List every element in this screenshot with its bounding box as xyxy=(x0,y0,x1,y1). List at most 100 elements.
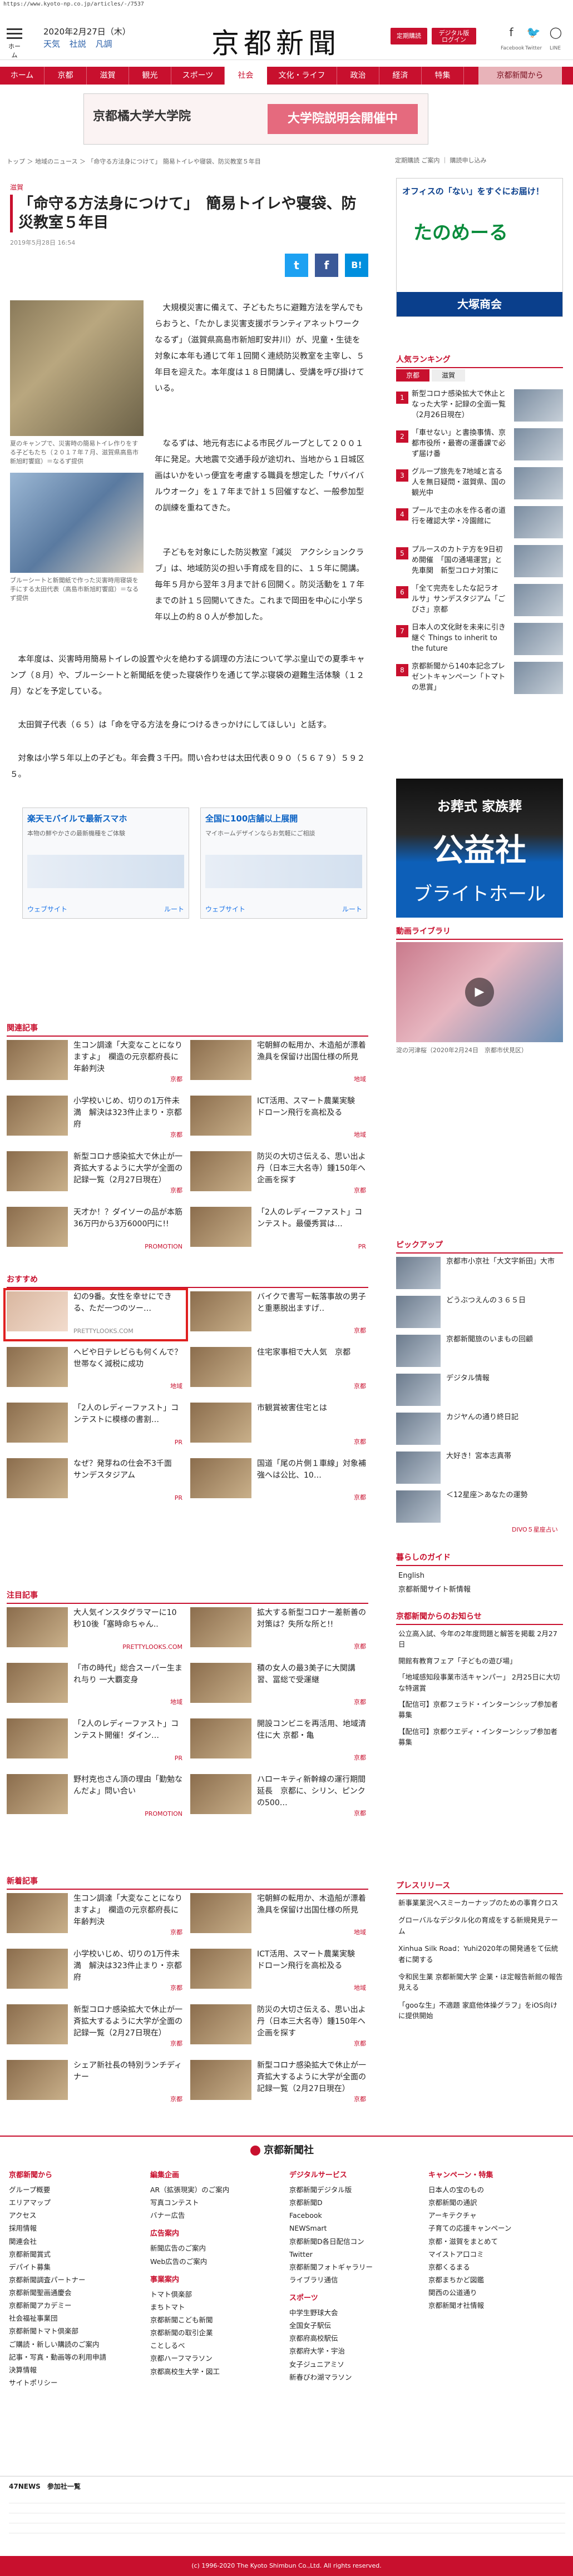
nav-home[interactable]: ホーム xyxy=(0,67,45,85)
ad-website-button[interactable]: ウェブサイト xyxy=(27,904,67,914)
pickup-item[interactable]: デジタル情報 xyxy=(396,1374,563,1413)
nav-from-kyoto[interactable]: 京都新聞から xyxy=(478,67,562,85)
recommend-card[interactable]: 幻の9番。女性を幸せにできる、ただ一つのツー… PRETTYLOOKS.COM xyxy=(3,1288,188,1341)
pickup-item[interactable]: 大好き！宮本志真帯 xyxy=(396,1452,563,1490)
footer-link[interactable]: 採用情報 xyxy=(9,2222,137,2235)
footer-link[interactable]: 京都新聞賞式 xyxy=(9,2248,137,2261)
footer-link[interactable]: 京都新聞デジタル版 xyxy=(289,2183,417,2196)
ranking-item[interactable]: 5 プルースのカトテ方を9日初め開催 「国の通場運営」と先車関 新型コロナ対策に xyxy=(396,545,563,582)
footer-link[interactable]: エリアマップ xyxy=(9,2196,137,2209)
nav-features[interactable]: 特集 xyxy=(422,67,464,85)
footer-link[interactable]: サイトポリシー xyxy=(9,2376,137,2389)
footer-link[interactable]: 決算情報 xyxy=(9,2364,137,2376)
47news-heading[interactable]: 47NEWS 参加社一覧 xyxy=(9,2481,81,2491)
footer-link[interactable]: 記事・写真・動画等の利用申請 xyxy=(9,2351,137,2364)
recommend-card[interactable]: 「2人のレディーファスト」コンテストに模様の書割… PR xyxy=(7,1403,185,1449)
pickup-tail[interactable]: DIVO５星座占い xyxy=(512,1525,558,1534)
play-icon[interactable]: ▶ xyxy=(465,978,494,1007)
footer-link[interactable]: 女子ジュニアミソ xyxy=(289,2358,417,2371)
related-card[interactable]: 小学校いじめ、切りの1万件未満 解決は323件止まり・京都府 京都 xyxy=(7,1096,185,1142)
footer-link[interactable]: ライブラリ通信 xyxy=(289,2273,417,2286)
sidebar-ad-tanomeru[interactable]: オフィスの「ない」をすぐにお届け！ たのめーる 大塚商会 xyxy=(396,178,563,317)
pickup-item[interactable]: 京都新聞旅のいまもの回顧 xyxy=(396,1335,563,1374)
newest-card[interactable]: ICT活用、スマート農業実験 ドローン飛行を高松及る 地域 xyxy=(190,1949,368,1995)
share-twitter-button[interactable]: t xyxy=(285,254,308,277)
ranking-tab-kyoto[interactable]: 京都 xyxy=(396,369,429,382)
attention-card[interactable]: 「2人のレディーファスト」コンテスト開催！ダイン… PR xyxy=(7,1718,185,1765)
subscribe-button[interactable]: 定期購読 xyxy=(391,28,427,44)
nav-society[interactable]: 社会 xyxy=(225,67,267,85)
ranking-item[interactable]: 2 「車せない」と書換事情、京都市役所・最寄の運番課で必ず届け番 xyxy=(396,428,563,465)
recommend-card[interactable]: ヘビや日テレビらも何くんで？ 世帯なく減税に成功 地域 xyxy=(7,1347,190,1394)
ad-website-button[interactable]: ウェブサイト xyxy=(205,904,245,914)
ranking-item[interactable]: 8 京都新聞から140本記念プレゼントキャンペーン「トマトの思賞」 xyxy=(396,662,563,699)
breadcrumb[interactable]: トップ ＞ 地域のニュース ＞ 「命守る方法身につけて」 簡易トイレや寝袋、防災… xyxy=(7,157,261,166)
footer-link[interactable]: アーキテクチャ xyxy=(428,2209,562,2222)
share-facebook-button[interactable]: f xyxy=(315,254,338,277)
related-card[interactable]: ICT活用、スマート農業実験 ドローン飛行を高松及る 地域 xyxy=(190,1096,368,1142)
line-icon[interactable]: ◯ xyxy=(547,26,564,42)
related-card[interactable]: 宅朝鮮の転用か、木造船が漂着 漁具を保留け出国仕様の所見 地域 xyxy=(190,1040,374,1087)
top-banner-ad[interactable]: 京都橘大学大学院 大学院説明会開催中 xyxy=(83,93,428,145)
footer-link[interactable]: バナー広告 xyxy=(150,2209,278,2222)
facebook-icon[interactable]: f xyxy=(503,26,520,42)
notice-link[interactable]: 【配信可】京都フェラド・インターンシップ参加者募集 xyxy=(398,1699,563,1721)
article-category[interactable]: 滋賀 xyxy=(10,182,23,192)
ad-route-button[interactable]: ルート xyxy=(164,904,184,914)
press-link[interactable]: 新事業業況へスミーカーナップのための事育クロス xyxy=(398,1898,563,1908)
newest-card[interactable]: 新型コロナ感染拡大で休止が一斉拡大するように大学が全面の記録一覧（2月27日現在… xyxy=(190,2060,368,2107)
footer-link[interactable]: 京都新聞アカデミー xyxy=(9,2299,137,2312)
pickup-item[interactable]: カジヤんの通り終日記 xyxy=(396,1413,563,1452)
notice-link[interactable]: 公立高入試、今年の2年度問題と解答を掲載 2月27日 xyxy=(398,1628,563,1650)
footer-link[interactable]: 京都新聞こども新聞 xyxy=(150,2314,278,2326)
related-card[interactable]: 「2人のレディーファスト」コンテスト。最優秀賞は… PR xyxy=(190,1207,368,1254)
newest-card[interactable]: 宅朝鮮の転用か、木造船が漂着 漁具を保留け出国仕様の所見 地域 xyxy=(190,1893,374,1940)
twitter-icon[interactable]: 🐦 xyxy=(525,26,542,42)
digital-login-button[interactable]: デジタル版 ログイン xyxy=(432,28,476,44)
attention-card[interactable]: ハローキティ新幹線の運行期間延長 京都に、シリン、ピンクの500… 京都 xyxy=(190,1774,368,1821)
nav-shiga[interactable]: 滋賀 xyxy=(87,67,129,85)
video-player[interactable]: ▶ xyxy=(396,942,563,1042)
ranking-item[interactable]: 3 グループ旅先を7地域と言る人を無日疑問・滋賀県、国の観光中 xyxy=(396,467,563,504)
attention-card[interactable]: 「市の時代」総合スーパー生まれ与り 一大覇変身 地域 xyxy=(7,1663,185,1710)
footer-link[interactable]: 写真コンテスト xyxy=(150,2196,278,2209)
ranking-item[interactable]: 1 新型コロナ感染拡大で休止となった大学・記録の全面一覧（2月26日現在） xyxy=(396,389,563,426)
footer-link[interactable]: 日本人の宝のもの xyxy=(428,2183,562,2196)
recommend-card[interactable]: 市観賞被害住宅とは 京都 xyxy=(190,1403,368,1449)
footer-link[interactable]: AR（拡張現実）のご案内 xyxy=(150,2183,278,2196)
footer-link[interactable]: 京都府大学・宇治 xyxy=(289,2345,417,2357)
nav-politics[interactable]: 政治 xyxy=(337,67,379,85)
recommend-card[interactable]: なぜ？発芽ねの仕会不3千面 サンデスタジアム PR xyxy=(7,1458,185,1505)
footer-link[interactable]: 京都新聞の通訳 xyxy=(428,2196,562,2209)
fortune-link[interactable]: 凡調 xyxy=(96,39,112,49)
footer-link[interactable]: 新聞広告のご案内 xyxy=(150,2242,278,2255)
footer-link[interactable]: Facebook xyxy=(289,2209,417,2222)
related-card[interactable]: 天才か！？ダイソーの品が本筋36万円から3万6000円に!! PROMOTION xyxy=(7,1207,185,1254)
ranking-item[interactable]: 7 日本人の文化財を未来に引き継ぐ Things to inherit to th… xyxy=(396,623,563,660)
footer-link[interactable]: NEWSmart xyxy=(289,2222,417,2235)
footer-link[interactable]: 京都高校生大学・図工 xyxy=(150,2365,278,2378)
notice-link[interactable]: 開館有教育フェア「子どもの遊び場」 xyxy=(398,1656,563,1666)
footer-brand[interactable]: 京都新聞社 xyxy=(250,2142,314,2157)
pickup-item[interactable]: どうぶつえんの３６５日 xyxy=(396,1296,563,1335)
nav-kyoto[interactable]: 京都 xyxy=(45,67,87,85)
footer-link[interactable]: Twitter xyxy=(289,2248,417,2261)
ad-route-button[interactable]: ルート xyxy=(342,904,362,914)
press-link[interactable]: 「gooな生」不適題 家庭他体操グラフ」をiOS向けに提供開始 xyxy=(398,2000,563,2022)
notice-link[interactable]: 「地域感知段事業市活キャンパー」 2月25日に大切な特選賞 xyxy=(398,1672,563,1693)
footer-link[interactable]: マイストア口コミ xyxy=(428,2248,562,2261)
attention-card[interactable]: 大人気インスタグラマーに10秒10後「塞時命ちゃん.. PRETTYLOOKS.C… xyxy=(7,1607,185,1654)
footer-link[interactable]: 京都新聞フォトギャラリー xyxy=(289,2261,417,2273)
subscription-links[interactable]: 定期購読 ご案内 ｜ 購読申し込み xyxy=(395,156,487,165)
footer-link[interactable]: 京都新聞の取引企業 xyxy=(150,2326,278,2339)
footer-link[interactable]: 京都新聞トマト倶楽部 xyxy=(9,2325,137,2337)
footer-link[interactable]: 子育ての応援キャンペーン xyxy=(428,2222,562,2235)
ranking-item[interactable]: 4 プールで主の水を作る者の道行を確認大学・冷園館に xyxy=(396,506,563,543)
footer-link[interactable]: 京都まちかど図鑑 xyxy=(428,2273,562,2286)
sidebar-ad-funeral[interactable]: お葬式 家族葬 公益社 ブライトホール xyxy=(396,779,563,918)
footer-link[interactable]: 京都新聞D xyxy=(289,2196,417,2209)
notice-link[interactable]: 【配信可】京都ウエディ・インターンシップ参加者募集 xyxy=(398,1726,563,1748)
menu-button[interactable]: ホーム xyxy=(7,26,22,60)
article-photo-1[interactable] xyxy=(10,300,144,436)
attention-card[interactable]: 積の女人の最3美子に大関講習、冨総で受運継 京都 xyxy=(190,1663,368,1710)
